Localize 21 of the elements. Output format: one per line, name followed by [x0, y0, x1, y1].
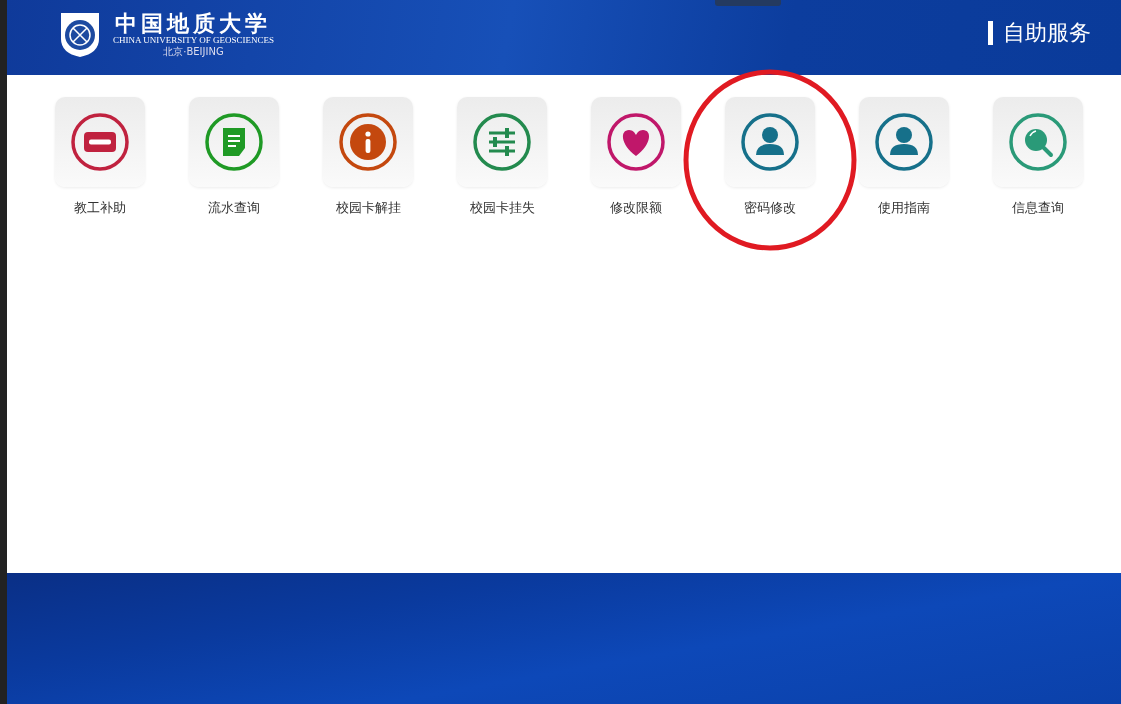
service-label: 校园卡挂失	[469, 199, 535, 217]
accent-bar	[988, 20, 993, 45]
service-label: 密码修改	[744, 199, 796, 217]
university-city: 北京·BEIJING	[163, 45, 224, 57]
service-label: 教工补助	[74, 199, 126, 217]
service-button[interactable]	[323, 97, 413, 187]
service-label: 使用指南	[878, 199, 930, 217]
service-label: 流水查询	[208, 199, 260, 217]
university-name: 中国地质大学	[115, 10, 272, 35]
university-english-name: CHINA UNIVERSITY OF GEOSCIENCES	[113, 34, 274, 46]
service-button[interactable]	[457, 97, 547, 187]
service-label: 信息查询	[1012, 199, 1064, 217]
service-button[interactable]	[189, 97, 279, 187]
section-title: 自助服务	[1003, 18, 1091, 47]
service-button[interactable]	[55, 97, 145, 187]
service-button[interactable]	[725, 97, 815, 187]
service-label: 校园卡解挂	[335, 199, 401, 217]
service-button[interactable]	[859, 97, 949, 187]
service-button[interactable]	[591, 97, 681, 187]
service-button[interactable]	[993, 97, 1083, 187]
service-label: 修改限额	[610, 199, 662, 217]
